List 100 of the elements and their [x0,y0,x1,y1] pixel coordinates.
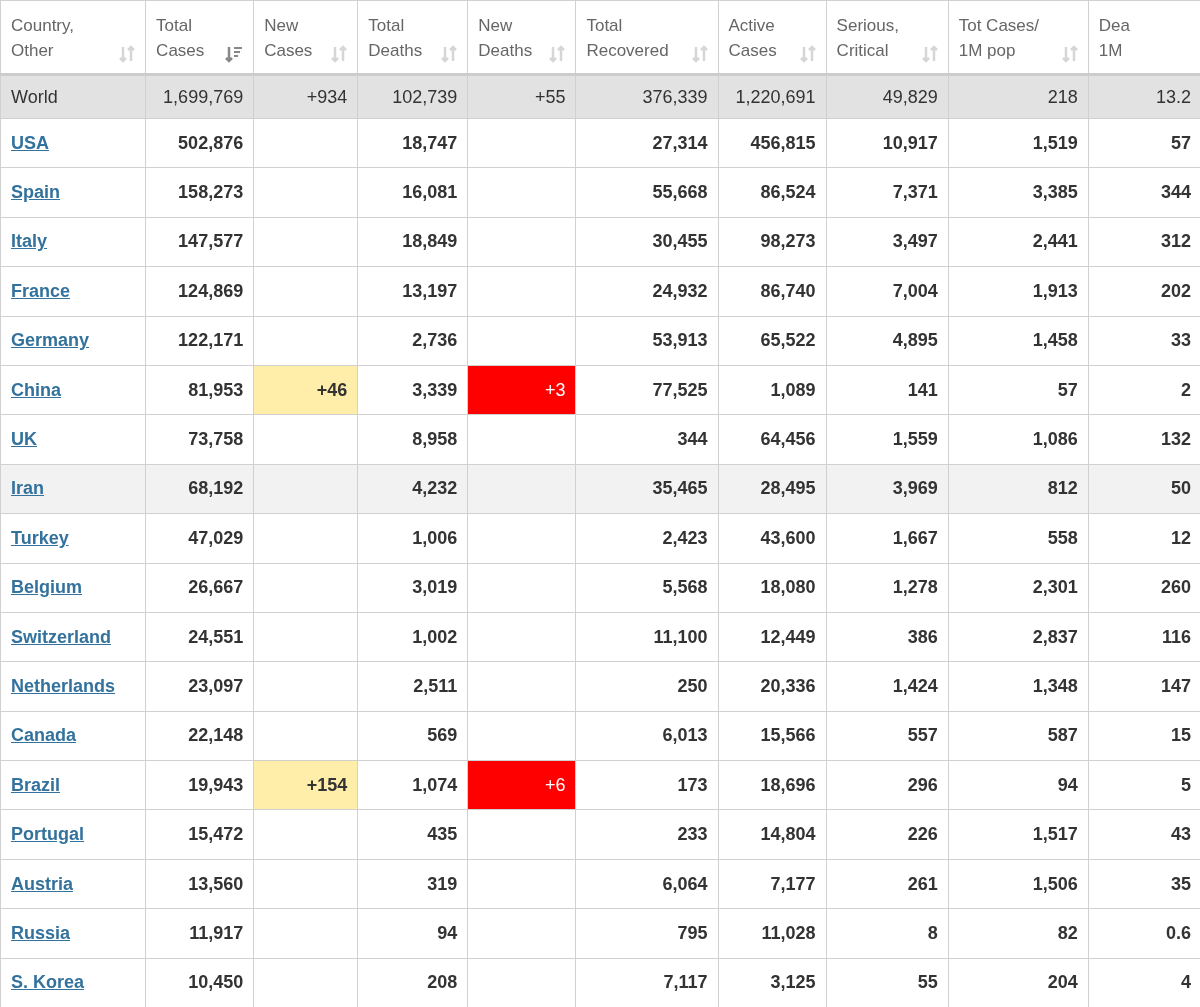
table-cell: 1,006 [412,527,458,548]
table-cell: 1,074 [412,774,458,795]
table-cell: 33 [1170,330,1191,351]
table-cell: 1,667 [892,527,938,548]
table-cell: 2,441 [1032,231,1078,252]
table-cell: 147,577 [178,231,244,252]
table-cell: 1,517 [1032,824,1078,845]
table-cell: 319 [427,873,458,894]
new-cases-cell: +154 [253,760,358,810]
table-cell: 7,177 [770,873,816,894]
table-cell: 20,336 [760,676,816,696]
sort-icon[interactable] [1061,45,1078,63]
table-cell: 435 [427,824,458,845]
table-cell: 24,932 [652,280,708,301]
table-cell: 1,458 [1032,330,1078,351]
table-cell: 2,301 [1032,577,1078,598]
table-cell: 1,002 [412,626,458,647]
table-cell: 202 [1160,280,1191,301]
table-cell: 2 [1181,379,1191,400]
table-cell: 344 [677,429,708,450]
table-cell: 208 [427,972,458,993]
sort-icon[interactable] [331,45,348,63]
country-link[interactable]: Canada [11,725,77,746]
table-cell: 35,465 [652,478,708,499]
country-link[interactable]: Turkey [11,527,69,548]
table-cell: 116 [1161,626,1191,647]
table-cell: 1,506 [1032,873,1078,894]
table-cell: 68,192 [188,478,244,499]
new-deaths-cell: +3 [467,365,576,415]
table-cell: 812 [1047,478,1078,499]
table-cell: 147 [1160,676,1191,696]
country-link[interactable]: Russia [11,922,71,943]
table-cell: 3,019 [412,577,458,598]
sort-descending-icon[interactable] [225,45,244,63]
table-cell: 94 [437,922,458,943]
table-cell: 1,424 [892,676,938,696]
sort-icon[interactable] [441,45,458,63]
table-cell: 1,699,769 [163,86,244,107]
table-cell: 587 [1047,725,1078,746]
table-cell: 13,197 [402,280,458,301]
table-cell: 8,958 [412,429,458,450]
table-cell: 6,064 [662,873,708,894]
table-cell: 1,913 [1032,280,1078,301]
table-cell: 57 [1057,379,1078,400]
country-link[interactable]: Brazil [11,774,61,795]
table-cell: 12,449 [760,626,816,647]
column-header[interactable]: Dea 1M [1098,13,1130,63]
table-cell: 557 [907,725,938,746]
country-link[interactable]: France [11,280,71,301]
country-link[interactable]: China [11,379,61,400]
table-cell: 49,829 [882,86,938,107]
table-cell: 102,739 [392,86,458,107]
sort-icon[interactable] [799,45,816,63]
sort-icon[interactable] [549,45,566,63]
table-cell: 73,758 [188,429,244,450]
table-cell: 11,917 [189,922,244,943]
table-cell: 1,278 [892,577,938,598]
table-cell: 261 [907,873,938,894]
table-cell: 55,668 [652,182,708,203]
table-cell: 204 [1047,972,1078,993]
table-cell: 2,736 [412,330,458,351]
table-cell: 53,913 [652,330,708,351]
table-cell: 226 [907,824,938,845]
table-cell: 260 [1160,577,1191,598]
table-cell: 94 [1057,774,1078,795]
table-cell: 26,667 [188,577,244,598]
table-cell: 8 [927,922,938,943]
table-cell: 2,837 [1032,626,1078,647]
country-link[interactable]: Iran [11,478,44,499]
sort-icon[interactable] [691,45,708,63]
country-link[interactable]: Spain [11,182,60,203]
table-cell: 13,560 [188,873,244,894]
sort-icon[interactable] [921,45,938,63]
table-cell: 376,339 [642,86,708,107]
sort-icon[interactable] [119,45,136,63]
table-cell: 30,455 [652,231,708,252]
country-link[interactable]: UK [11,429,37,450]
table-cell: 250 [677,676,708,696]
table-cell: 124,869 [178,280,244,301]
table-cell: 158,273 [178,182,244,203]
table-cell: 132 [1160,429,1191,450]
table-cell: 82 [1057,922,1078,943]
table-cell: 1,348 [1032,676,1078,696]
table-cell: 7,117 [663,972,708,993]
table-cell: 47,029 [188,527,244,548]
table-cell: 218 [1047,86,1078,107]
table-cell: 4,895 [892,330,938,351]
table-cell: 7,004 [892,280,938,301]
table-cell: 18,080 [760,577,816,598]
country-link[interactable]: USA [11,132,49,153]
country-link[interactable]: Italy [11,231,48,252]
table-cell: 13.2 [1155,86,1191,107]
table-cell: 43 [1170,824,1191,845]
table-cell: 10,917 [882,132,938,153]
country-link[interactable]: Austria [11,873,73,894]
table-cell: 3,125 [770,972,816,993]
table-cell: 296 [907,774,938,795]
table-cell: 19,943 [188,774,244,795]
table-cell: 35 [1170,873,1191,894]
table-cell: 11,028 [761,922,816,943]
